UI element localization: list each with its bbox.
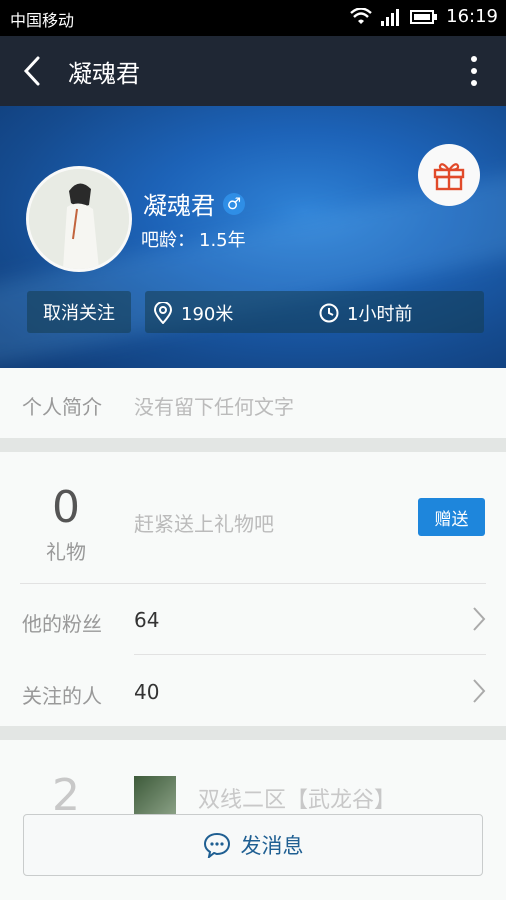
distance: 190米 (153, 300, 233, 326)
wifi-icon (350, 7, 372, 24)
send-message-button[interactable]: 发消息 (23, 814, 483, 876)
gift-hint: 赶紧送上礼物吧 (134, 512, 274, 536)
followers-count: 64 (134, 608, 160, 632)
profile-name-row: 凝魂君 ♂ (143, 186, 245, 221)
more-options-icon[interactable] (468, 54, 480, 88)
distance-value: 190米 (181, 304, 234, 325)
bar-age-label: 吧龄： (141, 230, 195, 251)
status-icons: 16:19 (350, 6, 498, 27)
following-label: 关注的人 (22, 684, 102, 708)
unfollow-button[interactable]: 取消关注 (27, 291, 131, 333)
followers-row[interactable]: 他的粉丝 64 (0, 584, 506, 654)
location-pin-icon (153, 302, 173, 324)
clock-icon (319, 303, 339, 323)
bio-value: 没有留下任何文字 (134, 395, 294, 419)
avatar[interactable] (26, 166, 132, 272)
status-bar: 中国移动 16:19 (0, 0, 506, 36)
bar-age: 吧龄： 1.5年 (141, 226, 246, 252)
last-seen: 1小时前 (319, 300, 412, 326)
gift-button[interactable] (418, 144, 480, 206)
followers-label: 他的粉丝 (22, 612, 102, 636)
bio-section: 个人简介 没有留下任何文字 (0, 368, 506, 438)
profile-name: 凝魂君 (143, 192, 215, 220)
signal-icon (381, 8, 400, 26)
carrier-name: 中国移动 (10, 11, 75, 30)
gift-label: 礼物 (46, 540, 86, 564)
gifts-and-stats-card: 0 礼物 赶紧送上礼物吧 赠送 他的粉丝 64 关注的人 40 (0, 452, 506, 726)
profile-header: 凝魂君 ♂ 吧龄： 1.5年 取消关注 190米 1小时前 (0, 106, 506, 368)
bar-age-value: 1.5年 (199, 230, 246, 251)
last-seen-value: 1小时前 (347, 304, 413, 325)
divider (134, 654, 486, 655)
top-nav-bar: 凝魂君 (0, 36, 506, 106)
bio-label: 个人简介 (22, 395, 102, 419)
send-gift-button[interactable]: 赠送 (418, 498, 485, 536)
chevron-right-icon (473, 607, 486, 631)
gift-icon (433, 163, 465, 191)
chat-bubble-icon (203, 832, 230, 858)
section-divider (0, 438, 506, 452)
following-count: 40 (134, 680, 160, 704)
clock: 16:19 (446, 6, 498, 27)
avatar-image (29, 169, 129, 269)
back-arrow-icon[interactable] (18, 54, 48, 88)
battery-icon (410, 9, 438, 24)
following-row[interactable]: 关注的人 40 (0, 656, 506, 726)
location-info-bar: 190米 1小时前 (145, 291, 484, 333)
page-title: 凝魂君 (68, 60, 140, 88)
male-gender-icon: ♂ (223, 192, 245, 215)
send-message-label: 发消息 (240, 834, 304, 858)
chevron-right-icon (473, 679, 486, 703)
gift-count: 0 (52, 482, 80, 533)
forum-name[interactable]: 双线二区【武龙谷】 (198, 782, 396, 814)
section-divider (0, 726, 506, 740)
